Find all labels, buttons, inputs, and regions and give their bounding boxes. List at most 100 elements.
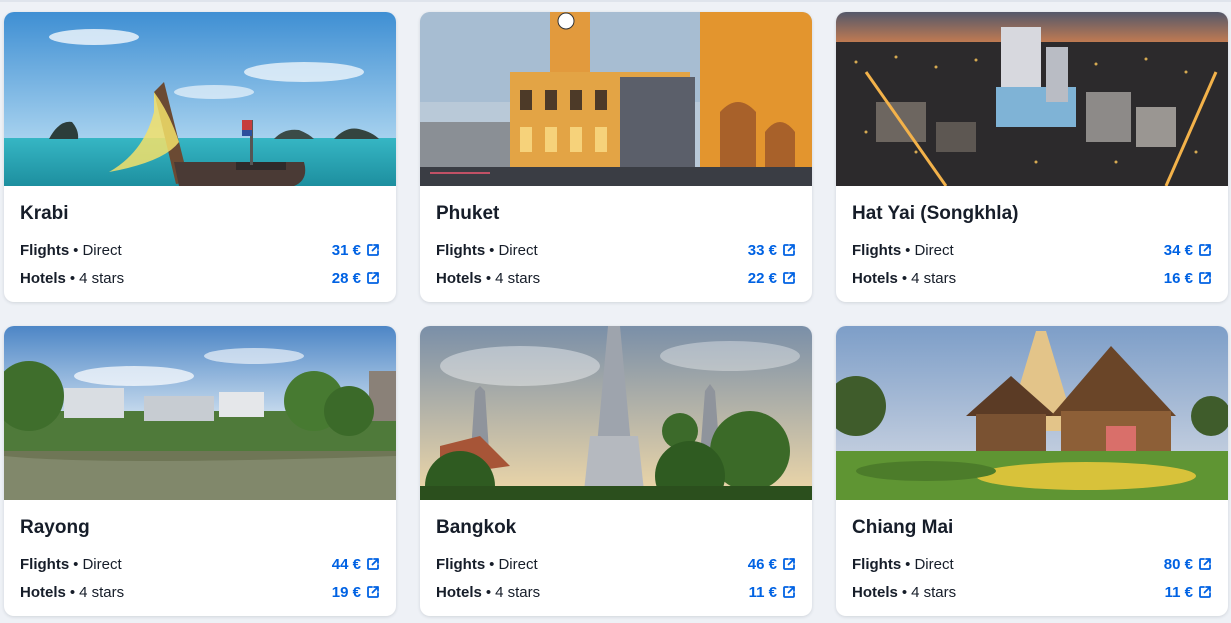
flights-price-link[interactable]: 34 € xyxy=(1164,242,1212,259)
external-link-icon xyxy=(782,243,796,257)
separator-dot: • xyxy=(73,555,79,573)
separator-dot: • xyxy=(69,583,76,601)
hotels-price-link[interactable]: 11 € xyxy=(1165,584,1212,601)
hotels-detail: 4 stars xyxy=(79,583,125,601)
hotels-row[interactable]: Hotels • 4 stars 19 € xyxy=(20,578,380,606)
flights-price-link[interactable]: 31 € xyxy=(332,242,380,259)
external-link-icon xyxy=(1198,557,1212,571)
flights-row[interactable]: Flights • Direct 80 € xyxy=(852,550,1212,578)
destination-grid: Krabi Flights • Direct 31 € Hotels • 4 stars… xyxy=(4,12,1228,616)
flights-price: 80 € xyxy=(1163,555,1193,573)
hotels-price-link[interactable]: 19 € xyxy=(332,584,380,601)
destination-card-chiang-mai[interactable]: Chiang Mai Flights • Direct 80 € Hotels • 4 … xyxy=(836,326,1228,616)
flights-price-link[interactable]: 46 € xyxy=(748,556,796,573)
flights-price-link[interactable]: 44 € xyxy=(332,556,380,573)
flights-row[interactable]: Flights • Direct 44 € xyxy=(20,550,380,578)
flights-price-link[interactable]: 33 € xyxy=(748,242,796,259)
flights-detail: Direct xyxy=(82,241,122,259)
flights-info: Flights • Direct xyxy=(852,242,954,259)
hotels-info: Hotels • 4 stars xyxy=(436,584,540,601)
hotels-price-link[interactable]: 11 € xyxy=(749,584,796,601)
hotels-info: Hotels • 4 stars xyxy=(20,270,124,287)
hotels-row[interactable]: Hotels • 4 stars 11 € xyxy=(436,578,796,606)
hotels-price-link[interactable]: 28 € xyxy=(332,270,380,287)
destination-image xyxy=(836,326,1228,500)
flights-row[interactable]: Flights • Direct 46 € xyxy=(436,550,796,578)
city-name: Krabi xyxy=(20,203,69,224)
flights-label: Flights xyxy=(20,241,70,259)
hotels-detail: 4 stars xyxy=(495,269,541,287)
separator-dot: • xyxy=(485,583,492,601)
external-link-icon xyxy=(366,557,380,571)
separator-dot: • xyxy=(485,269,492,287)
hotels-info: Hotels • 4 stars xyxy=(20,584,124,601)
hotels-label: Hotels xyxy=(852,269,898,287)
city-name: Bangkok xyxy=(436,517,517,538)
destination-card-hat-yai[interactable]: Hat Yai (Songkhla) Flights • Direct 34 € H… xyxy=(836,12,1228,302)
hotels-row[interactable]: Hotels • 4 stars 16 € xyxy=(852,264,1212,292)
flights-price: 46 € xyxy=(747,555,777,573)
hotels-info: Hotels • 4 stars xyxy=(852,270,956,287)
flights-label: Flights xyxy=(20,555,70,573)
hotels-row[interactable]: Hotels • 4 stars 22 € xyxy=(436,264,796,292)
flights-label: Flights xyxy=(436,555,486,573)
hotels-detail: 4 stars xyxy=(911,583,957,601)
flights-detail: Direct xyxy=(914,241,954,259)
city-name: Hat Yai (Songkhla) xyxy=(852,203,1019,224)
flights-price-link[interactable]: 80 € xyxy=(1164,556,1212,573)
flights-detail: Direct xyxy=(498,555,538,573)
destination-image xyxy=(836,12,1228,186)
destination-card-phuket[interactable]: Phuket Flights • Direct 33 € Hotels • 4 star… xyxy=(420,12,812,302)
hotels-price-link[interactable]: 16 € xyxy=(1164,270,1212,287)
flights-row[interactable]: Flights • Direct 34 € xyxy=(852,236,1212,264)
hotels-row[interactable]: Hotels • 4 stars 28 € xyxy=(20,264,380,292)
city-name: Phuket xyxy=(436,203,500,224)
flights-price: 31 € xyxy=(331,241,361,259)
external-link-icon xyxy=(782,585,796,599)
flights-detail: Direct xyxy=(498,241,538,259)
flights-info: Flights • Direct xyxy=(436,242,538,259)
destination-card-rayong[interactable]: Rayong Flights • Direct 44 € Hotels • 4 star… xyxy=(4,326,396,616)
hotels-label: Hotels xyxy=(436,583,482,601)
flights-info: Flights • Direct xyxy=(20,556,122,573)
flights-info: Flights • Direct xyxy=(852,556,954,573)
separator-dot: • xyxy=(73,241,79,259)
flights-price: 33 € xyxy=(747,241,777,259)
hotels-label: Hotels xyxy=(852,583,898,601)
external-link-icon xyxy=(1198,585,1212,599)
hotels-label: Hotels xyxy=(20,583,66,601)
flights-info: Flights • Direct xyxy=(20,242,122,259)
destination-image xyxy=(420,326,812,500)
hotels-detail: 4 stars xyxy=(495,583,541,601)
flights-detail: Direct xyxy=(914,555,954,573)
separator-dot: • xyxy=(905,555,911,573)
separator-dot: • xyxy=(489,555,495,573)
external-link-icon xyxy=(366,271,380,285)
flights-price: 44 € xyxy=(331,555,361,573)
hotels-price: 19 € xyxy=(331,583,361,601)
flights-label: Flights xyxy=(436,241,486,259)
separator-dot: • xyxy=(905,241,911,259)
hotels-info: Hotels • 4 stars xyxy=(852,584,956,601)
hotels-label: Hotels xyxy=(20,269,66,287)
separator-dot: • xyxy=(901,583,908,601)
external-link-icon xyxy=(1198,243,1212,257)
flights-label: Flights xyxy=(852,555,902,573)
destination-card-bangkok[interactable]: Bangkok Flights • Direct 46 € Hotels • 4 sta… xyxy=(420,326,812,616)
separator-dot: • xyxy=(489,241,495,259)
hotels-detail: 4 stars xyxy=(911,269,957,287)
hotels-price: 11 € xyxy=(748,583,777,601)
city-name: Rayong xyxy=(20,517,90,538)
hotels-detail: 4 stars xyxy=(79,269,125,287)
flights-row[interactable]: Flights • Direct 33 € xyxy=(436,236,796,264)
separator-dot: • xyxy=(901,269,908,287)
hotels-row[interactable]: Hotels • 4 stars 11 € xyxy=(852,578,1212,606)
destination-card-krabi[interactable]: Krabi Flights • Direct 31 € Hotels • 4 stars… xyxy=(4,12,396,302)
top-divider xyxy=(0,0,1231,2)
external-link-icon xyxy=(782,271,796,285)
hotels-price: 11 € xyxy=(1164,583,1193,601)
flights-info: Flights • Direct xyxy=(436,556,538,573)
flights-row[interactable]: Flights • Direct 31 € xyxy=(20,236,380,264)
hotels-info: Hotels • 4 stars xyxy=(436,270,540,287)
hotels-price-link[interactable]: 22 € xyxy=(748,270,796,287)
